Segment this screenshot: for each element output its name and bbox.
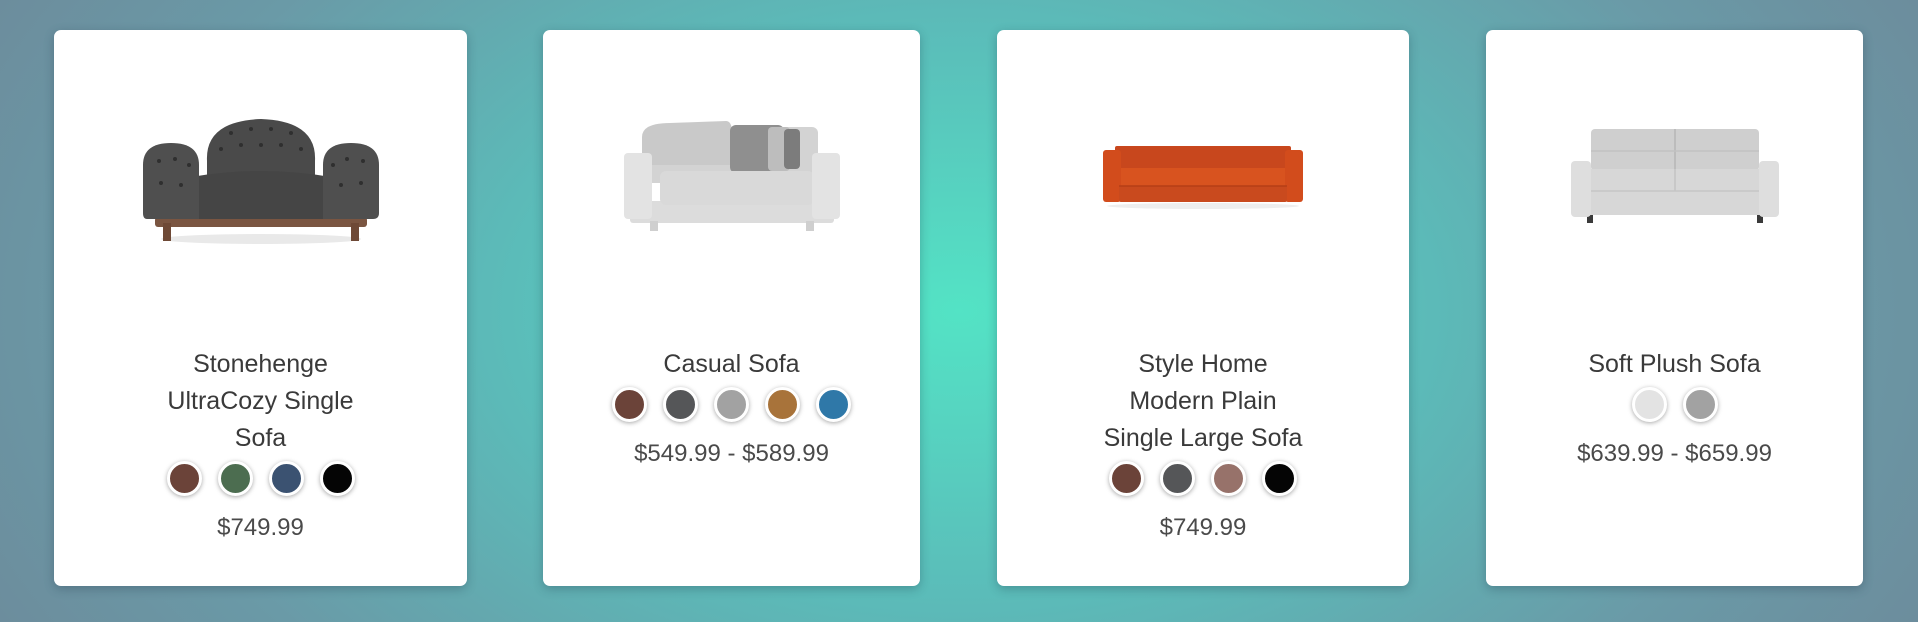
- color-swatch-blue[interactable]: [816, 387, 851, 422]
- product-price: $639.99 - $659.99: [1577, 440, 1772, 467]
- color-swatch-black[interactable]: [1262, 461, 1297, 496]
- product-card[interactable]: Stonehenge UltraCozy Single Sofa $749.99: [54, 30, 467, 586]
- light-gray-sofa-icon: [623, 121, 840, 231]
- product-name[interactable]: Casual Sofa: [543, 346, 920, 383]
- product-name[interactable]: Soft Plush Sofa: [1486, 346, 1863, 383]
- tufted-armchair-icon: [142, 119, 379, 244]
- product-image[interactable]: [1486, 80, 1863, 270]
- color-swatches: [997, 461, 1409, 496]
- color-swatch-gray[interactable]: [1682, 387, 1718, 422]
- color-swatch-navy[interactable]: [268, 461, 304, 496]
- color-swatches: [54, 461, 467, 496]
- color-swatch-mauve[interactable]: [1211, 461, 1246, 496]
- color-swatches: [543, 387, 920, 422]
- color-swatches: [1486, 387, 1863, 422]
- color-swatch-gray[interactable]: [714, 387, 749, 422]
- product-price: $749.99: [1159, 514, 1247, 541]
- product-price: $749.99: [217, 514, 304, 541]
- product-card[interactable]: Style Home Modern Plain Single Large Sof…: [997, 30, 1409, 586]
- color-swatch-light-gray[interactable]: [1631, 387, 1667, 422]
- tufted-gray-sofa-icon: [1570, 129, 1779, 223]
- product-name[interactable]: Stonehenge UltraCozy Single Sofa: [54, 346, 467, 457]
- product-info: Soft Plush Sofa $639.99 - $659.99: [1486, 346, 1863, 469]
- color-swatch-green[interactable]: [217, 461, 253, 496]
- product-name[interactable]: Style Home Modern Plain Single Large Sof…: [997, 346, 1409, 457]
- product-info: Stonehenge UltraCozy Single Sofa $749.99: [54, 346, 467, 543]
- orange-sofa-icon: [1103, 146, 1303, 209]
- product-card[interactable]: Soft Plush Sofa $639.99 - $659.99: [1486, 30, 1863, 586]
- color-swatch-charcoal[interactable]: [1160, 461, 1195, 496]
- product-grid: Stonehenge UltraCozy Single Sofa $749.99: [0, 0, 1918, 622]
- color-swatch-brown[interactable]: [612, 387, 647, 422]
- product-image[interactable]: [997, 80, 1409, 270]
- product-card[interactable]: Casual Sofa $549.99 - $589.99: [543, 30, 920, 586]
- product-info: Style Home Modern Plain Single Large Sof…: [997, 346, 1409, 543]
- product-info: Casual Sofa $549.99 - $589.99: [543, 346, 920, 469]
- product-price: $549.99 - $589.99: [634, 440, 829, 467]
- color-swatch-brown[interactable]: [166, 461, 202, 496]
- color-swatch-brown[interactable]: [1109, 461, 1144, 496]
- color-swatch-tan[interactable]: [765, 387, 800, 422]
- color-swatch-charcoal[interactable]: [663, 387, 698, 422]
- product-image[interactable]: [543, 80, 920, 270]
- color-swatch-black[interactable]: [319, 461, 355, 496]
- product-image[interactable]: [54, 80, 467, 270]
